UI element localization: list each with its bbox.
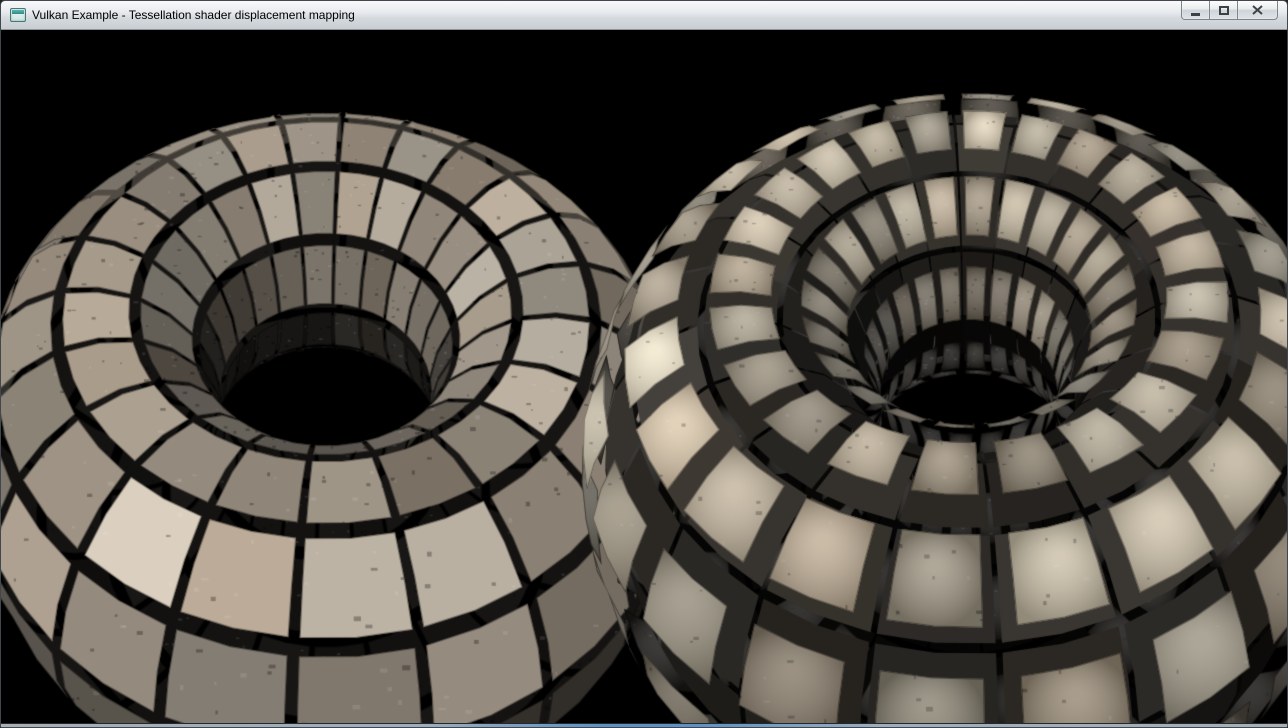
vulkan-render-viewport[interactable] — [1, 30, 1287, 723]
app-window: Vulkan Example - Tessellation shader dis… — [0, 0, 1288, 728]
window-frame-bottom — [1, 723, 1287, 727]
window-title: Vulkan Example - Tessellation shader dis… — [32, 8, 355, 22]
minimize-icon — [1191, 13, 1200, 16]
titlebar[interactable]: Vulkan Example - Tessellation shader dis… — [1, 1, 1287, 30]
render-area — [1, 30, 1287, 723]
window-controls — [1182, 1, 1278, 20]
minimize-button[interactable] — [1181, 1, 1210, 20]
close-icon — [1252, 5, 1263, 15]
maximize-button[interactable] — [1209, 1, 1238, 20]
maximize-icon — [1219, 6, 1229, 15]
close-button[interactable] — [1237, 1, 1278, 20]
vulkan-app-icon — [10, 8, 26, 22]
